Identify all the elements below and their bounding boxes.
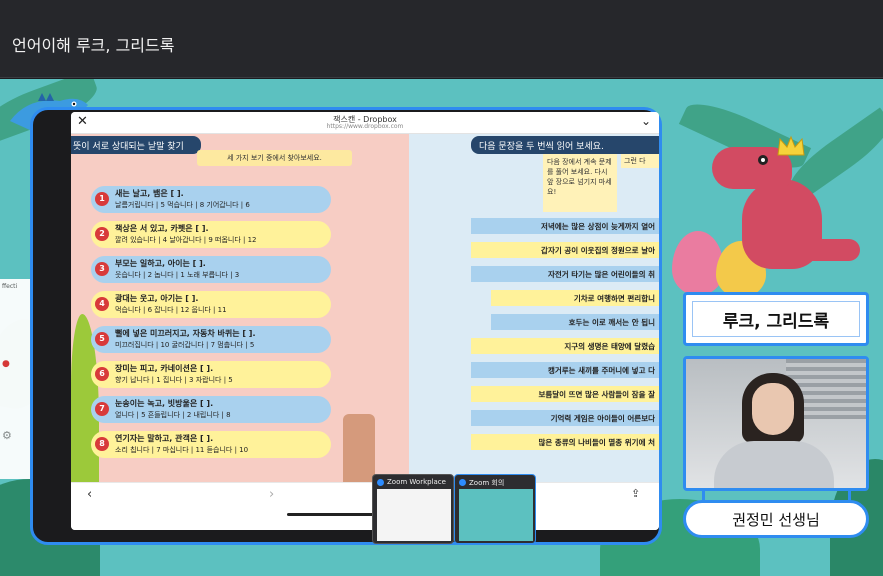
- left-page-heading: 뜻이 서로 상대되는 낱말 찾기: [71, 136, 201, 154]
- question-sentence: 눈송이는 녹고, 빗방울은 [ ].: [115, 399, 214, 408]
- zoom-preview-label: Zoom Workplace: [387, 478, 446, 486]
- gear-icon[interactable]: ⚙: [2, 429, 12, 442]
- question-item: 2 책상은 서 있고, 카펫은 [ ]. 깔려 있습니다 | 4 날아갑니다 |…: [91, 221, 331, 248]
- instruction-note: 다음 장에서 계속 문제를 풀어 보세요. 다시 앞 장으로 넘기지 마세요!: [543, 154, 617, 212]
- question-number: 4: [95, 297, 109, 311]
- question-options: 웃습니다 | 2 놉니다 | 1 노래 부릅니다 | 3: [115, 271, 240, 279]
- scanner-bottom-bar: ‹ › ⇪: [71, 482, 659, 530]
- reading-sentence: 기억력 게임은 아이들이 어른보다: [471, 410, 659, 426]
- zoom-preview-label: Zoom 회의: [469, 479, 505, 487]
- teacher-face: [752, 383, 794, 435]
- zoom-preview-thumbnail: [459, 489, 533, 541]
- question-options: 날름거립니다 | 5 먹습니다 | 8 기어갑니다 | 6: [115, 201, 250, 209]
- question-options: 미끄러집니다 | 10 굴러갑니다 | 7 멈춥니다 | 5: [115, 341, 255, 349]
- right-page-heading: 다음 문장을 두 번씩 읽어 보세요.: [471, 136, 659, 154]
- tree-trunk-illustration: [343, 414, 375, 482]
- teacher-body: [714, 441, 834, 488]
- question-sentence: 광대는 웃고, 아기는 [ ].: [115, 294, 199, 303]
- question-options: 깔려 있습니다 | 4 날아갑니다 | 9 떠옵니다 | 12: [115, 236, 257, 244]
- question-sentence: 연기자는 말하고, 관객은 [ ].: [115, 434, 214, 443]
- question-options: 먹습니다 | 6 잡니다 | 12 웁니다 | 11: [115, 306, 227, 314]
- reading-sentence: 캥거루는 새끼를 주머니에 넣고 다: [471, 362, 659, 378]
- question-item: 3 부모는 일하고, 아이는 [ ]. 웃습니다 | 2 놉니다 | 1 노래 …: [91, 256, 331, 283]
- zoom-workplace-preview[interactable]: Zoom Workplace: [372, 474, 454, 544]
- teacher-camera-feed: [683, 356, 869, 491]
- share-icon[interactable]: ⇪: [631, 487, 640, 500]
- scanner-screen: ✕ 잭스캔 - Dropbox https://www.dropbox.com …: [71, 112, 659, 530]
- tablet-frame: ✕ 잭스캔 - Dropbox https://www.dropbox.com …: [30, 107, 662, 545]
- question-sentence: 부모는 일하고, 아이는 [ ].: [115, 259, 206, 268]
- question-number: 3: [95, 262, 109, 276]
- chevron-right-icon[interactable]: ›: [269, 487, 274, 502]
- zoom-preview-thumbnail: [377, 489, 451, 541]
- reading-sentence: 보름달이 뜨면 많은 사람들이 잠을 잘: [471, 386, 659, 402]
- title-bar-shadow-text: [310, 0, 550, 6]
- question-number: 6: [95, 367, 109, 381]
- question-options: 소리 칩니다 | 7 마십니다 | 11 듣습니다 | 10: [115, 446, 249, 454]
- question-options: 얼니다 | 5 흔들립니다 | 2 내립니다 | 8: [115, 411, 231, 419]
- question-number: 7: [95, 402, 109, 416]
- question-item: 8 연기자는 말하고, 관객은 [ ]. 소리 칩니다 | 7 마십니다 | 1…: [91, 431, 331, 458]
- background-app-label: ffecti: [2, 283, 18, 290]
- window-title-bar: 언어이해 루크, 그리드록: [0, 0, 883, 78]
- reading-sentence: 자전거 타기는 많은 어린이들의 취: [471, 266, 659, 282]
- question-number: 2: [95, 227, 109, 241]
- lesson-title-card: 루크, 그리드록: [683, 292, 869, 346]
- pink-egg-illustration: [672, 231, 724, 295]
- left-page-subheading: 세 가지 보기 중에서 찾아보세요.: [197, 150, 352, 166]
- dino-eye-icon: [758, 155, 768, 165]
- worksheet-left-page: 뜻이 서로 상대되는 낱말 찾기 세 가지 보기 중에서 찾아보세요. 1 새는…: [71, 134, 409, 482]
- question-sentence: 책상은 서 있고, 카펫은 [ ].: [115, 224, 209, 233]
- reading-sentence: 지구의 생명은 태양에 달렸습: [471, 338, 659, 354]
- question-number: 8: [95, 437, 109, 451]
- question-item: 4 광대는 웃고, 아기는 [ ]. 먹습니다 | 6 잡니다 | 12 웁니다…: [91, 291, 331, 318]
- dot-icon: ●: [2, 359, 10, 369]
- reading-sentence: 호두는 이로 깨서는 안 됩니: [491, 314, 659, 330]
- teacher-name-card: 권정민 선생님: [683, 500, 869, 538]
- crown-icon: [777, 135, 805, 156]
- question-item: 1 새는 날고, 뱀은 [ ]. 날름거립니다 | 5 먹습니다 | 8 기어갑…: [91, 186, 331, 213]
- zoom-icon: [459, 479, 466, 486]
- scanner-url: https://www.dropbox.com: [326, 123, 404, 130]
- reading-sentence: 기차로 여행하면 편리합니: [491, 290, 659, 306]
- reading-sentence: 저녁에는 많은 상점이 늦게까지 열어: [471, 218, 659, 234]
- question-item: 5 뻘에 넣은 미끄러지고, 자동차 바퀴는 [ ]. 미끄러집니다 | 10 …: [91, 326, 331, 353]
- chevron-down-icon[interactable]: ⌄: [641, 114, 651, 128]
- zoom-icon: [377, 479, 384, 486]
- question-sentence: 장미는 피고, 카네이션은 [ ].: [115, 364, 214, 373]
- lesson-title: 루크, 그리드록: [692, 301, 860, 337]
- question-sentence: 뻘에 넣은 미끄러지고, 자동차 바퀴는 [ ].: [115, 329, 256, 338]
- presentation-stage: ffecti ⚙ ● ✕ 잭스캔 - Dropbox https://www.d…: [0, 79, 883, 576]
- question-item: 7 눈송이는 녹고, 빗방울은 [ ]. 얼니다 | 5 흔들립니다 | 2 내…: [91, 396, 331, 423]
- question-sentence: 새는 날고, 뱀은 [ ].: [115, 189, 184, 198]
- scanner-header: ✕ 잭스캔 - Dropbox https://www.dropbox.com …: [71, 112, 659, 134]
- question-item: 6 장미는 피고, 카네이션은 [ ]. 향기 납니다 | 1 집니다 | 3 …: [91, 361, 331, 388]
- zoom-meeting-preview[interactable]: Zoom 회의: [454, 474, 536, 544]
- chevron-left-icon[interactable]: ‹: [87, 487, 92, 502]
- reading-sentence: 많은 종류의 나비들이 멸종 위기에 처: [471, 434, 659, 450]
- red-dino-tail: [800, 239, 860, 261]
- reading-sentence: 갑자기 공이 이웃집의 정원으로 날아: [471, 242, 659, 258]
- window-title: 언어이해 루크, 그리드록: [12, 36, 175, 55]
- question-options: 향기 납니다 | 1 집니다 | 3 자랍니다 | 5: [115, 376, 233, 384]
- question-number: 1: [95, 192, 109, 206]
- worksheet-right-page: 다음 문장을 두 번씩 읽어 보세요. 다음 장에서 계속 문제를 풀어 보세요…: [409, 134, 659, 482]
- instruction-note-side: 그런 다: [621, 154, 659, 168]
- question-number: 5: [95, 332, 109, 346]
